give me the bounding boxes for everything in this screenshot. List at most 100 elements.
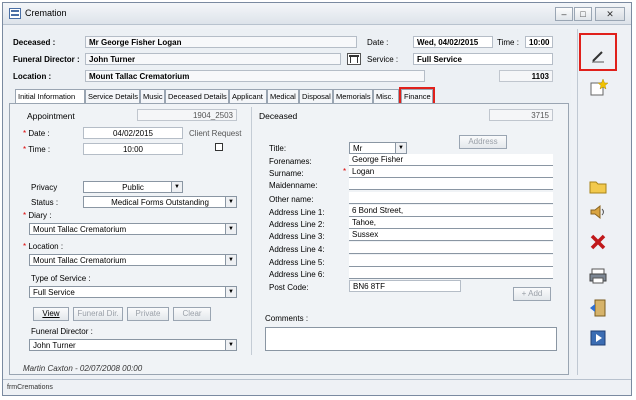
location-label: Location : — [13, 72, 52, 81]
appointment-id: 1904_2503 — [137, 109, 237, 121]
appointment-time-field[interactable]: 10:00 — [83, 143, 183, 155]
next-record-icon[interactable] — [587, 327, 609, 349]
chevron-down-icon[interactable]: ▼ — [171, 182, 182, 192]
chevron-down-icon[interactable]: ▼ — [225, 197, 236, 207]
cremation-window: Cremation – □ ✕ Deceased : Mr George Fis… — [2, 2, 632, 396]
header-time-field[interactable]: 10:00 — [525, 36, 553, 48]
location-select[interactable]: Mount Tallac Crematorium ▼ — [29, 254, 237, 266]
tab-service-details[interactable]: Service Details — [85, 89, 140, 103]
required-marker: * — [343, 167, 347, 176]
close-button[interactable]: ✕ — [595, 7, 625, 21]
tab-deceased-details[interactable]: Deceased Details — [165, 89, 229, 103]
date-label-left: Date : — [28, 129, 50, 138]
building-icon[interactable] — [347, 53, 361, 65]
maximize-button[interactable]: □ — [574, 7, 592, 21]
panel-divider — [251, 107, 252, 355]
chevron-down-icon[interactable]: ▼ — [225, 340, 236, 350]
private-button[interactable]: Private — [127, 307, 169, 321]
address-button[interactable]: Address — [459, 135, 507, 149]
post-code-field[interactable]: BN6 8TF — [349, 280, 461, 292]
address-line-1-label: Address Line 1: — [269, 208, 325, 217]
tab-memorials[interactable]: Memorials — [333, 89, 373, 103]
address-line-5-label: Address Line 5: — [269, 258, 325, 267]
form-icon — [9, 8, 21, 19]
required-marker: * — [23, 242, 27, 251]
comments-field[interactable] — [265, 327, 557, 351]
client-request-checkbox[interactable] — [215, 143, 223, 151]
status-value: Medical Forms Outstanding — [111, 198, 209, 207]
privacy-label: Privacy — [31, 183, 58, 192]
location-field[interactable]: Mount Tallac Crematorium — [85, 70, 425, 82]
forenames-field[interactable]: George Fisher — [349, 154, 553, 166]
open-folder-icon[interactable] — [587, 175, 609, 197]
tab-medical[interactable]: Medical — [267, 89, 299, 103]
type-of-service-select[interactable]: Full Service ▼ — [29, 286, 237, 298]
address-line-6-label: Address Line 6: — [269, 270, 325, 279]
privacy-select[interactable]: Public ▼ — [83, 181, 183, 193]
address-line-5-field[interactable] — [349, 255, 553, 267]
maidenname-field[interactable] — [349, 178, 553, 190]
comments-label: Comments : — [265, 314, 309, 323]
status-select[interactable]: Medical Forms Outstanding ▼ — [83, 196, 237, 208]
tab-music[interactable]: Music — [140, 89, 165, 103]
header-service-field[interactable]: Full Service — [413, 53, 553, 65]
location-label-left: Location : — [28, 242, 64, 251]
post-code-label: Post Code: — [269, 283, 309, 292]
time-label-left: Time : — [28, 145, 51, 154]
status-bar: frmCremations — [3, 379, 631, 395]
chevron-down-icon[interactable]: ▼ — [225, 287, 236, 297]
address-line-2-field[interactable]: Tahoe, — [349, 217, 553, 229]
new-record-star-icon[interactable] — [587, 77, 609, 99]
address-line-1-field[interactable]: 6 Bond Street, — [349, 205, 553, 217]
location-value: Mount Tallac Crematorium — [33, 256, 127, 265]
required-marker: * — [23, 129, 27, 138]
add-button[interactable]: + Add — [513, 287, 551, 301]
fd-label-left: Funeral Director : — [31, 327, 93, 336]
tab-initial-information[interactable]: Initial Information — [15, 89, 85, 104]
fd-label: Funeral Director : — [13, 55, 80, 64]
title-label: Title: — [269, 144, 287, 153]
required-marker: * — [23, 211, 27, 220]
delete-x-icon[interactable] — [587, 231, 609, 253]
chevron-down-icon[interactable]: ▼ — [225, 224, 236, 234]
client-request-label: Client Request — [189, 129, 242, 138]
clear-button[interactable]: Clear — [173, 307, 211, 321]
required-marker: * — [23, 145, 27, 154]
address-line-4-field[interactable] — [349, 242, 553, 254]
tab-disposal[interactable]: Disposal — [299, 89, 333, 103]
surname-field[interactable]: Logan — [349, 166, 553, 178]
tab-applicant[interactable]: Applicant — [229, 89, 267, 103]
type-of-service-label: Type of Service : — [31, 274, 91, 283]
other-name-label: Other name: — [269, 195, 314, 204]
minimize-button[interactable]: – — [555, 7, 573, 21]
address-line-3-label: Address Line 3: — [269, 232, 325, 241]
address-line-4-label: Address Line 4: — [269, 245, 325, 254]
funeral-dir-button[interactable]: Funeral Dir. — [73, 307, 123, 321]
funeral-director-select[interactable]: John Turner ▼ — [29, 339, 237, 351]
exit-door-icon[interactable] — [587, 297, 609, 319]
appointment-date-field[interactable]: 04/02/2015 — [83, 127, 183, 139]
booking-number: 1103 — [499, 70, 553, 82]
privacy-value: Public — [122, 183, 144, 192]
chevron-down-icon[interactable]: ▼ — [225, 255, 236, 265]
address-line-6-field[interactable] — [349, 267, 553, 279]
tab-misc[interactable]: Misc. — [373, 89, 399, 103]
other-name-field[interactable] — [349, 192, 553, 204]
print-icon[interactable] — [587, 265, 609, 287]
deceased-label: Deceased : — [13, 38, 56, 47]
deceased-field[interactable]: Mr George Fisher Logan — [85, 36, 357, 48]
header-date-field[interactable]: Wed, 04/02/2015 — [413, 36, 493, 48]
funeral-director-field[interactable]: John Turner — [85, 53, 341, 65]
address-line-3-field[interactable]: Sussex — [349, 229, 553, 241]
view-button[interactable]: View — [33, 307, 69, 321]
chevron-down-icon[interactable]: ▼ — [395, 143, 406, 153]
date-label: Date : — [367, 38, 389, 47]
speaker-icon[interactable] — [587, 201, 609, 223]
title-value: Mr — [353, 144, 363, 153]
diary-select[interactable]: Mount Tallac Crematorium ▼ — [29, 223, 237, 235]
deceased-id: 3715 — [489, 109, 553, 121]
title-select[interactable]: Mr ▼ — [349, 142, 407, 154]
type-of-service-value: Full Service — [33, 288, 75, 297]
last-modified: Martin Caxton - 02/07/2008 00:00 — [23, 364, 143, 373]
window-title: Cremation — [25, 8, 67, 18]
